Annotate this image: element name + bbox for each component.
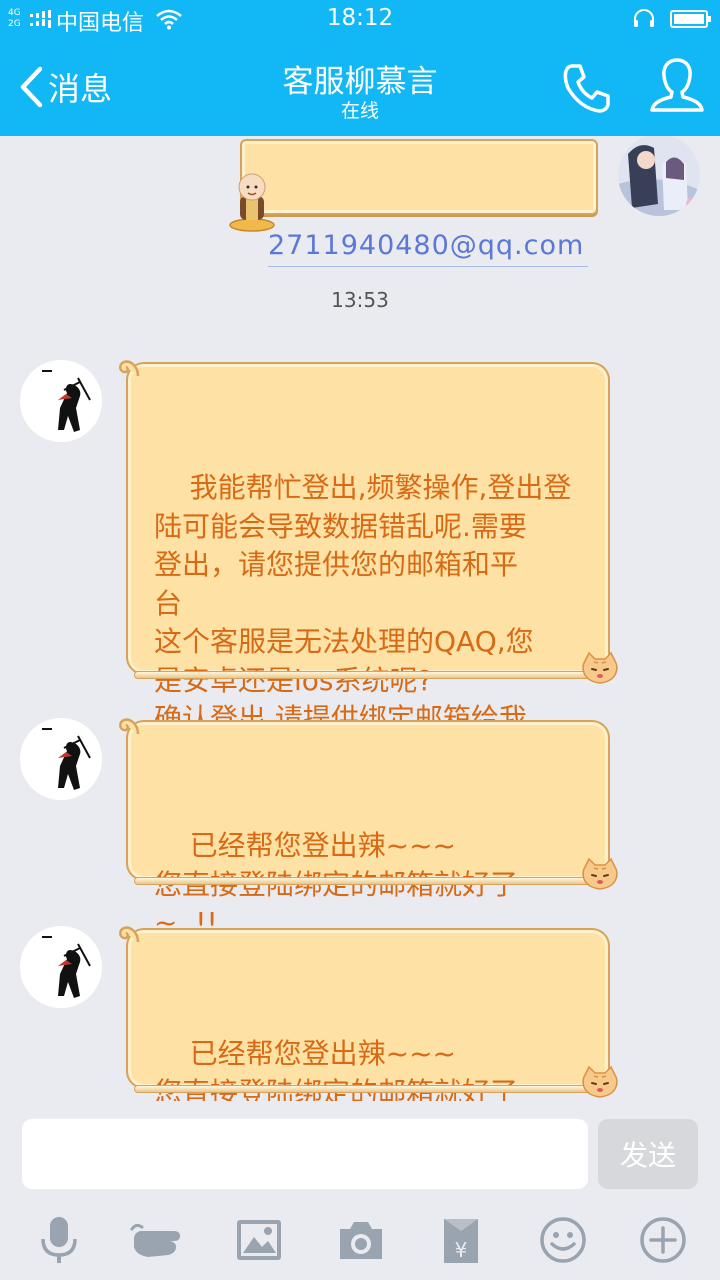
swordsman-silhouette-avatar-icon: [20, 360, 102, 442]
message-list[interactable]: 2711940480@qq.com 13:53 我能帮忙登出,频繁操作,登出登 …: [0, 136, 720, 1101]
agent-avatar[interactable]: [20, 718, 102, 800]
scroll-bottom-roll: [134, 671, 602, 679]
monk-sticker-icon: [229, 173, 275, 232]
headset-icon: [634, 9, 654, 27]
incoming-message-bubble[interactable]: 我能帮忙登出,频繁操作,登出登 陆可能会导致数据错乱呢.需要 登出，请您提供您的…: [119, 360, 618, 735]
swordsman-silhouette-avatar-icon: [20, 718, 102, 800]
phone-icon[interactable]: [558, 60, 614, 116]
scroll-curl-icon: [119, 360, 140, 377]
scroll-curl-icon: [119, 718, 140, 735]
image-icon[interactable]: [234, 1215, 284, 1265]
email-link[interactable]: 2711940480@qq.com: [268, 226, 589, 267]
svg-text:¥: ¥: [455, 1238, 468, 1262]
red-packet-icon[interactable]: ¥: [436, 1215, 486, 1265]
swordsman-silhouette-avatar-icon: [20, 926, 102, 1008]
status-bar: 4G 2G 中国电信 18:12: [0, 0, 720, 38]
profile-icon[interactable]: [648, 56, 706, 116]
send-button[interactable]: 发送: [598, 1119, 698, 1189]
emoji-icon[interactable]: [538, 1215, 588, 1265]
clock: 18:12: [326, 5, 394, 31]
chat-title: 客服柳慕言: [282, 64, 438, 100]
back-button[interactable]: 消息: [18, 62, 138, 112]
back-label: 消息: [48, 70, 113, 108]
agent-avatar[interactable]: [20, 926, 102, 1008]
scroll-bottom-roll: [134, 1085, 602, 1093]
message-input[interactable]: [22, 1119, 588, 1189]
cat-sticker-icon: [582, 857, 618, 890]
cat-sticker-icon: [582, 651, 618, 684]
header-bar: 4G 2G 中国电信 18:12 消息 客服柳慕言 在线: [0, 0, 720, 136]
agent-avatar[interactable]: [20, 360, 102, 442]
anime-couple-avatar-icon: [618, 136, 700, 216]
scroll-bottom-roll: [134, 877, 602, 885]
poke-hand-icon[interactable]: [130, 1215, 186, 1265]
incoming-message-bubble[interactable]: 已经帮您登出辣~~~ 您直接登陆绑定的邮箱就好了 ~..!!: [119, 718, 618, 939]
battery-icon: [670, 10, 711, 28]
plus-icon[interactable]: [638, 1215, 688, 1265]
input-area: 发送 ¥: [0, 1101, 720, 1280]
my-avatar[interactable]: [618, 136, 700, 216]
camera-icon[interactable]: [336, 1215, 386, 1265]
message-timestamp: 13:53: [331, 288, 389, 312]
cat-sticker-icon: [582, 1065, 618, 1098]
message-text: 我能帮忙登出,频繁操作,登出登 陆可能会导致数据错乱呢.需要 登出，请您提供您的…: [154, 471, 572, 735]
online-status: 在线: [340, 100, 379, 122]
back-chevron-icon: [20, 66, 43, 108]
scroll-curl-icon: [119, 926, 140, 943]
incoming-message-bubble[interactable]: 已经帮您登出辣~~~ 您直接登陆绑定的邮箱就好了 ~..!!: [119, 926, 618, 1101]
microphone-icon[interactable]: [34, 1215, 84, 1265]
outgoing-message-bubble[interactable]: 2711940480@qq.com: [240, 139, 598, 267]
